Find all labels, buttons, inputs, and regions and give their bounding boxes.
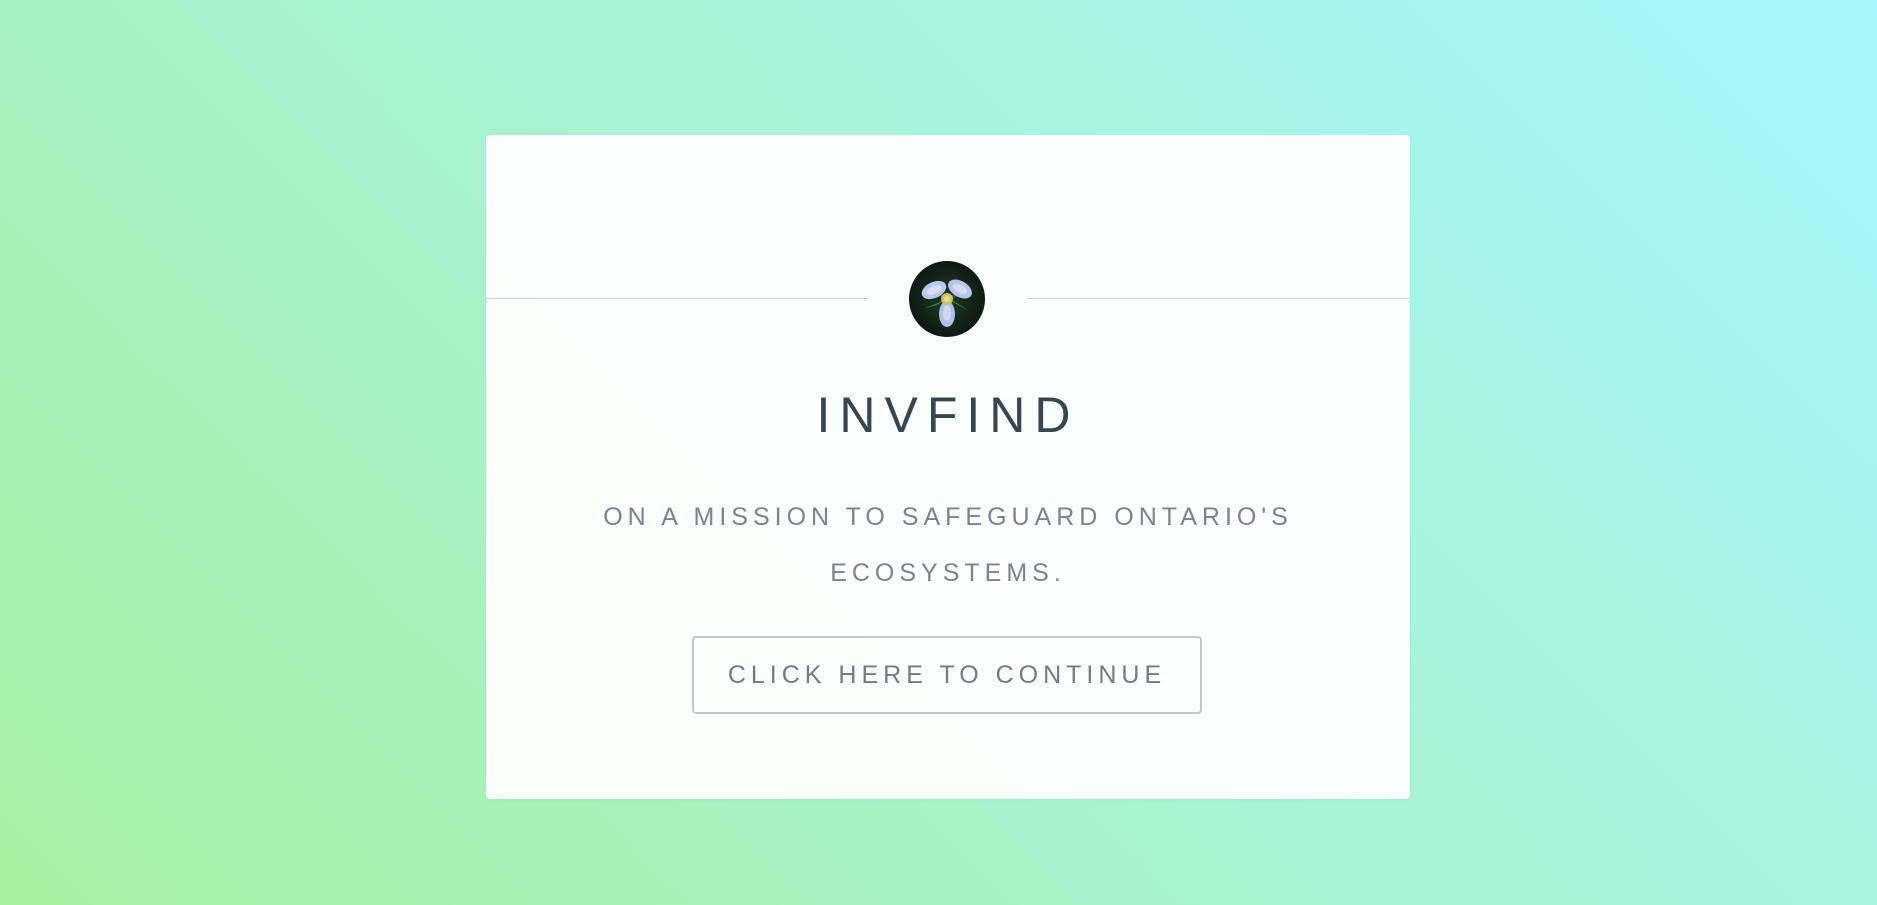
continue-button[interactable]: CLICK HERE TO CONTINUE bbox=[692, 636, 1202, 714]
app-title: INVFIND bbox=[816, 387, 1080, 443]
trillium-flower-icon bbox=[909, 261, 985, 337]
landing-card: INVFIND ON A MISSION TO SAFEGUARD ONTARI… bbox=[486, 135, 1410, 799]
divider-right bbox=[1027, 298, 1410, 299]
logo-row bbox=[486, 261, 1410, 337]
mission-tagline: ON A MISSION TO SAFEGUARD ONTARIO'S ECOS… bbox=[603, 503, 1293, 587]
logo-flower-graphic bbox=[921, 279, 972, 327]
divider-left bbox=[486, 298, 868, 299]
